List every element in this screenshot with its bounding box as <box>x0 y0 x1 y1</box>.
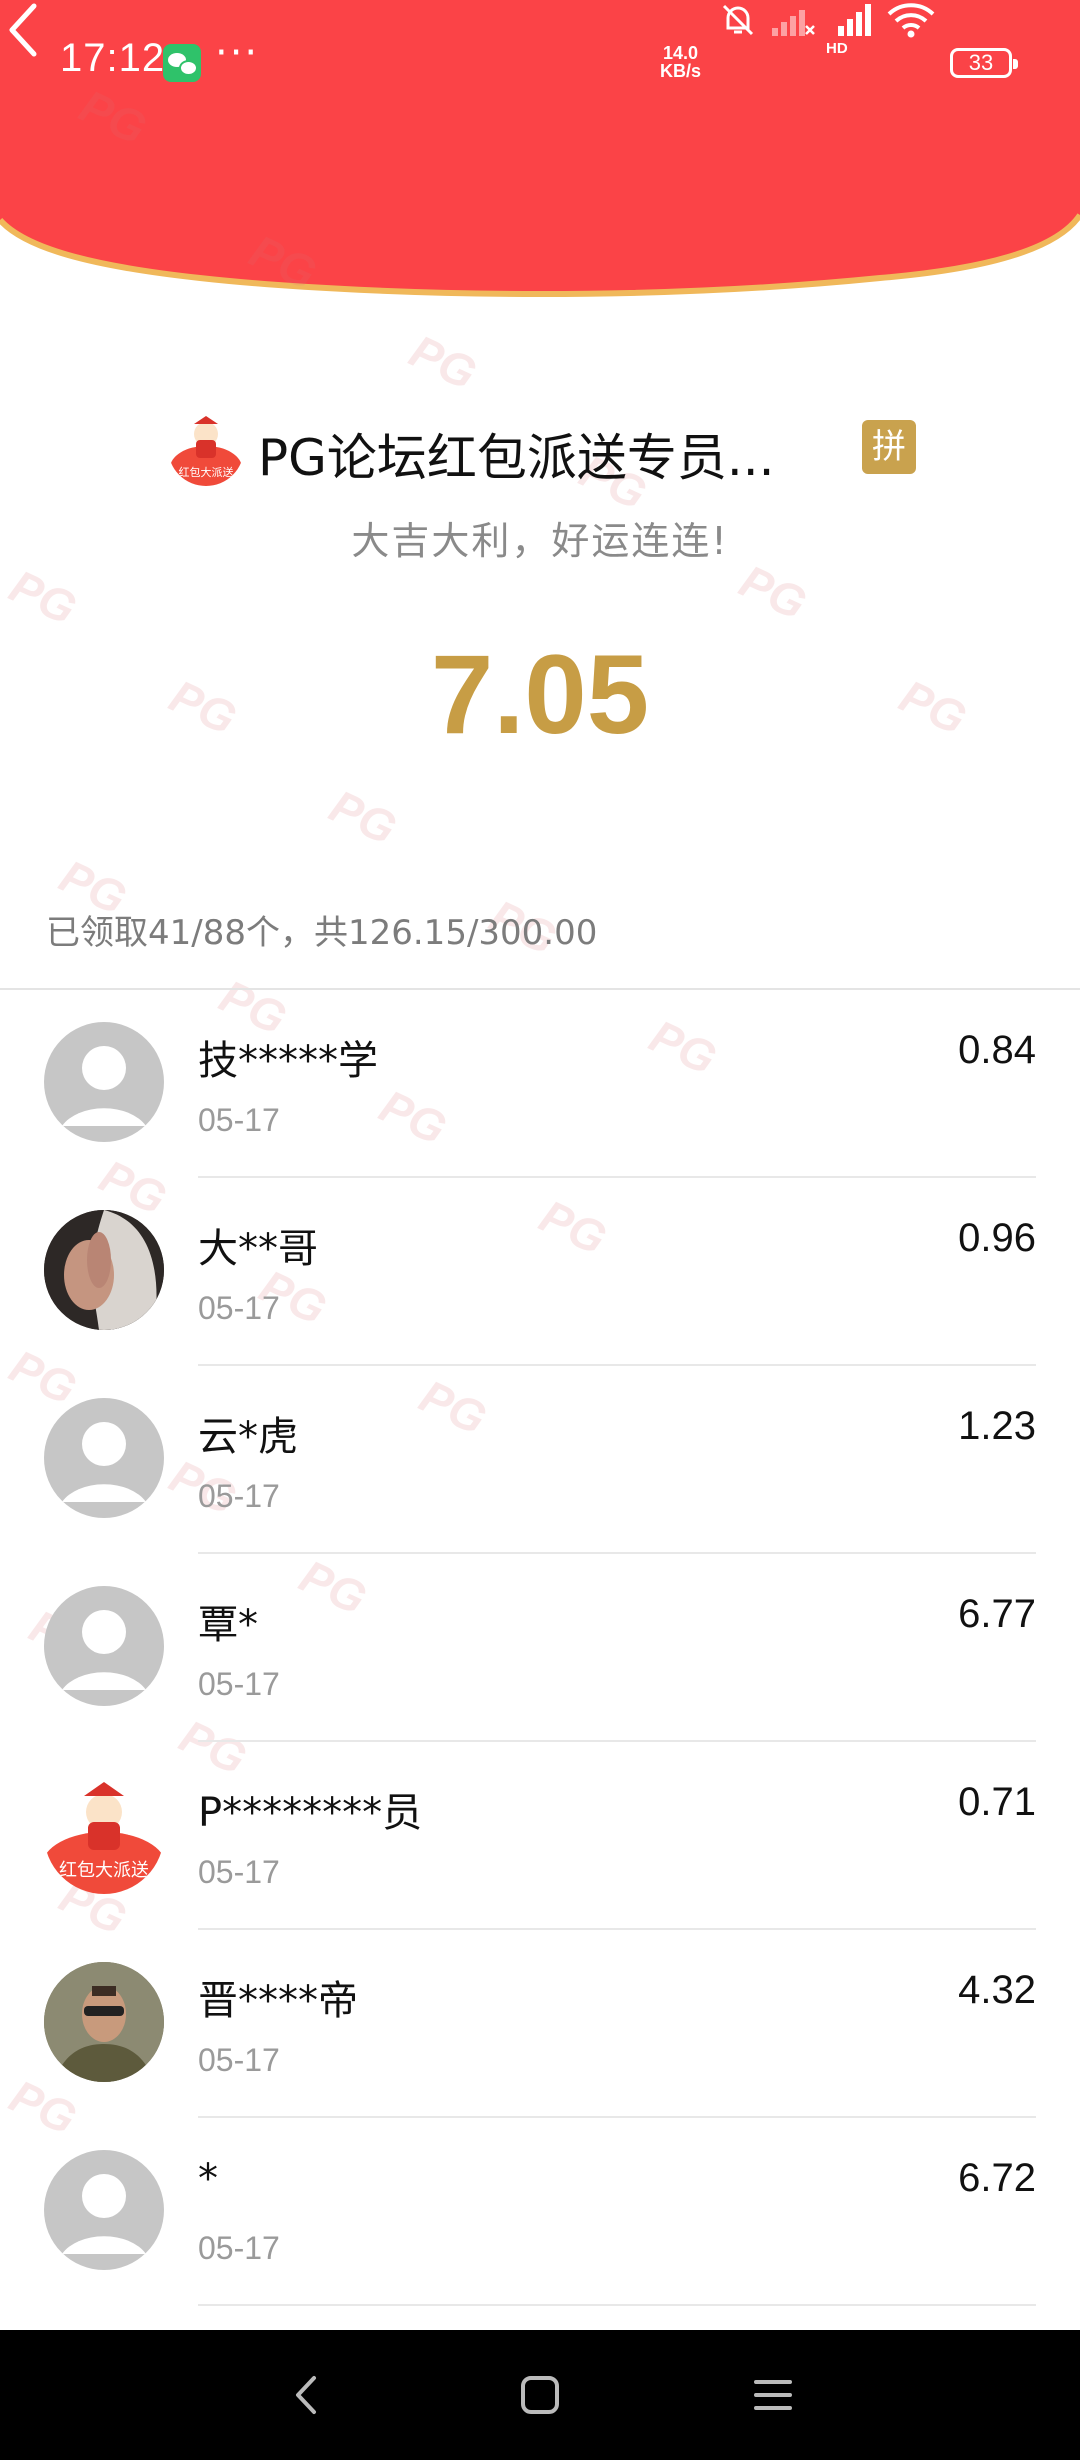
list-item[interactable]: 晋****帝 05-17 4.32 <box>0 1930 1080 2118</box>
claim-date: 05-17 <box>198 2230 280 2266</box>
list-item[interactable]: 红包大派送 P********员 05-17 0.71 <box>0 1742 1080 1930</box>
photo-avatar <box>44 1962 164 2082</box>
claim-summary: 已领取41/88个，共126.15/300.00 <box>46 913 598 953</box>
watermark: PG <box>732 554 815 630</box>
status-bar: 17:12 ··· 14.0 KB/s HD 33 <box>0 0 1080 128</box>
claim-amount: 4.32 <box>958 1968 1036 2012</box>
sender-name: PG论坛红包派送专员... <box>258 429 775 487</box>
menu-nav-icon[interactable] <box>748 2370 798 2420</box>
red-packet-mascot-icon: 红包大派送 <box>170 416 242 486</box>
claim-date: 05-17 <box>198 1102 280 1138</box>
claimer-name: 晋****帝 <box>198 1978 358 2024</box>
bell-muted-icon <box>722 4 754 36</box>
default-avatar-icon <box>44 1586 164 1706</box>
claimer-name: 覃* <box>198 1602 258 1648</box>
claimer-name: P********员 <box>198 1790 423 1836</box>
watermark: PG <box>2 559 85 635</box>
default-avatar-icon <box>44 1398 164 1518</box>
default-avatar-icon <box>44 2150 164 2270</box>
back-nav-icon[interactable] <box>282 2370 332 2420</box>
red-packet-avatar-text: 红包大派送 <box>59 1860 149 1881</box>
watermark: PG <box>402 324 485 400</box>
red-packet-avatar: 红包大派送 <box>44 1774 164 1894</box>
claim-list: 技*****学 05-17 0.84 大**哥 05-17 0.96 云*虎 0… <box>0 990 1080 2306</box>
net-speed-value: 14.0 <box>662 43 699 63</box>
list-item[interactable]: 覃* 05-17 6.77 <box>0 1554 1080 1742</box>
status-time: 17:12 <box>60 36 166 80</box>
home-nav-icon[interactable] <box>515 2370 565 2420</box>
photo-avatar <box>44 1210 164 1330</box>
list-item[interactable]: 技*****学 05-17 0.84 <box>0 990 1080 1178</box>
claim-date: 05-17 <box>198 1666 280 1702</box>
watermark: PG <box>322 779 405 855</box>
claim-date: 05-17 <box>198 1854 280 1890</box>
row-divider <box>198 2304 1036 2306</box>
net-speed: 14.0 KB/s <box>660 44 701 80</box>
list-item[interactable]: 大**哥 05-17 0.96 <box>0 1178 1080 1366</box>
claim-amount: 0.71 <box>958 1780 1036 1824</box>
claim-date: 05-17 <box>198 2042 280 2078</box>
wechat-icon <box>163 44 201 82</box>
signal-sim1-icon <box>838 4 871 36</box>
claim-amount: 6.77 <box>958 1592 1036 1636</box>
claimer-name: 大**哥 <box>198 1226 318 1272</box>
list-item[interactable]: * 05-17 6.72 <box>0 2118 1080 2306</box>
received-amount: 7.05 <box>431 632 649 757</box>
blessing-text: 大吉大利，好运连连! <box>351 519 729 563</box>
sender-avatar[interactable]: 红包大派送 <box>168 410 244 486</box>
red-header: 17:12 ··· 14.0 KB/s HD 33 <box>0 0 1080 300</box>
list-item[interactable]: 云*虎 05-17 1.23 <box>0 1366 1080 1554</box>
claim-amount: 0.84 <box>958 1028 1036 1072</box>
wifi-icon <box>887 3 935 38</box>
sender-avatar-text: 红包大派送 <box>179 465 234 479</box>
claim-date: 05-17 <box>198 1290 280 1326</box>
pin-badge: 拼 <box>862 420 916 474</box>
claim-date: 05-17 <box>198 1478 280 1514</box>
sender-info: 红包大派送 PG论坛红包派送专员... 拼 <box>0 410 1080 490</box>
claim-amount: 0.96 <box>958 1216 1036 1260</box>
back-arrow-icon[interactable] <box>0 0 50 60</box>
claim-amount: 1.23 <box>958 1404 1036 1448</box>
signal-sim2-icon <box>772 10 815 36</box>
claimer-name: * <box>198 2156 218 2202</box>
claim-amount: 6.72 <box>958 2156 1036 2200</box>
net-speed-unit: KB/s <box>660 61 702 81</box>
default-avatar-icon <box>44 1022 164 1142</box>
claimer-name: 技*****学 <box>198 1038 378 1084</box>
hd-label: HD <box>826 40 848 57</box>
system-nav-bar <box>0 2330 1080 2460</box>
battery-indicator: 33 <box>950 48 1018 78</box>
more-notifications-icon: ··· <box>215 30 260 76</box>
claimer-name: 云*虎 <box>198 1414 298 1460</box>
